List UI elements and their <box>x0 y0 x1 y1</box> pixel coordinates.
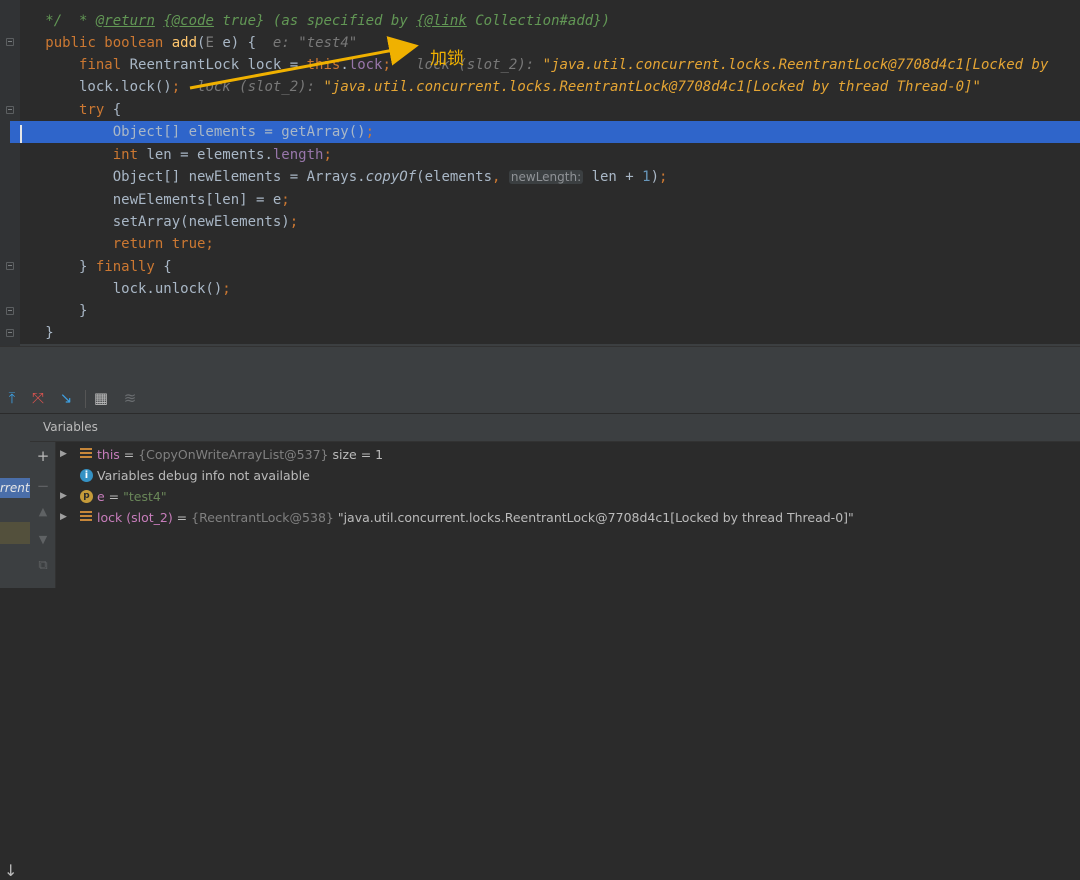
inline-debug-hint: e: "test4" <box>272 35 358 51</box>
code-line[interactable]: } <box>20 300 1080 322</box>
variable-info-row: i Variables debug info not available <box>56 465 1080 486</box>
code-line[interactable]: } finally { <box>20 256 1080 278</box>
move-up-icon[interactable]: ▲ <box>35 504 51 520</box>
fold-marker-icon[interactable] <box>6 262 14 270</box>
fold-marker-icon[interactable] <box>6 307 14 315</box>
evaluate-expression-icon[interactable]: ▦ <box>91 388 111 408</box>
code-line[interactable]: lock.unlock(); <box>20 278 1080 300</box>
code-line[interactable]: setArray(newElements); <box>20 211 1080 233</box>
copy-icon[interactable]: ⧉ <box>35 558 51 574</box>
fold-marker-icon[interactable] <box>6 38 14 46</box>
execution-point-line[interactable]: Object[] elements = getArray(); <box>10 121 1080 143</box>
add-watch-icon[interactable]: + <box>35 448 51 464</box>
expand-arrow-icon[interactable]: ▶ <box>60 507 70 528</box>
show-execution-point-icon[interactable]: ⤒ <box>2 388 22 408</box>
field-icon <box>80 448 92 460</box>
variable-value: "java.util.concurrent.locks.ReentrantLoc… <box>337 510 854 525</box>
code-line[interactable]: */ <box>20 10 1080 32</box>
variable-eq: = <box>119 447 139 462</box>
variable-row-lock[interactable]: ▶ lock (slot_2) = {ReentrantLock@538} "j… <box>56 507 1080 528</box>
code-line[interactable]: final ReentrantLock lock = this.lock; lo… <box>20 54 1080 76</box>
inline-debug-hint-label: lock (slot_2): <box>197 79 316 95</box>
trace-icon[interactable]: ≋ <box>120 388 140 408</box>
variable-eq: = <box>104 489 124 504</box>
debugger-toolbar: ⤒ ⤧ ↘ ▦ ≋ <box>0 382 1080 414</box>
arrow-down-icon[interactable]: ↓ <box>4 861 17 880</box>
parameter-hint: newLength: <box>508 170 584 184</box>
variables-toolbar: + − ▲ ▼ ⧉ <box>30 442 56 588</box>
move-down-icon[interactable]: ▼ <box>35 532 51 548</box>
variable-row-e[interactable]: ▶ p e = "test4" <box>56 486 1080 507</box>
variable-name: this <box>97 447 120 462</box>
expand-arrow-icon[interactable]: ▶ <box>60 486 70 507</box>
variable-row-this[interactable]: ▶ this = {CopyOnWriteArrayList@537} size… <box>56 444 1080 465</box>
variable-type: {ReentrantLock@538} <box>191 510 334 525</box>
variable-value: size = 1 <box>332 447 384 462</box>
code-line[interactable]: return true; <box>20 233 1080 255</box>
annotation-label: 加锁 <box>430 49 464 69</box>
frame-item[interactable] <box>0 522 30 544</box>
variables-header: Variables <box>30 414 1080 442</box>
drop-frame-icon[interactable]: ⤧ <box>28 388 48 408</box>
code-line[interactable]: public boolean add(E e) { e: "test4" <box>20 32 1080 54</box>
variable-value: "test4" <box>123 489 167 504</box>
variable-type: {CopyOnWriteArrayList@537} <box>138 447 329 462</box>
code-line[interactable]: } <box>20 322 1080 344</box>
variable-name: lock (slot_2) <box>97 510 173 525</box>
code-line[interactable]: newElements[len] = e; <box>20 189 1080 211</box>
code-line[interactable]: lock.lock(); lock (slot_2): "java.util.c… <box>20 76 1080 98</box>
variable-eq: = <box>172 510 192 525</box>
parameter-icon: p <box>80 490 93 503</box>
variables-title: Variables <box>43 420 98 434</box>
code-line[interactable]: * @return {@code true} (as specified by … <box>20 0 1080 29</box>
inline-debug-hint-value: "java.util.concurrent.locks.ReentrantLoc… <box>542 57 1049 73</box>
fold-marker-icon[interactable] <box>6 106 14 114</box>
toolbar-divider <box>85 390 86 408</box>
code-line[interactable]: try { <box>20 99 1080 121</box>
code-line[interactable]: int len = elements.length; <box>20 144 1080 166</box>
inline-debug-hint-value: "java.util.concurrent.locks.ReentrantLoc… <box>323 79 981 95</box>
fold-marker-icon[interactable] <box>6 329 14 337</box>
field-icon <box>80 511 92 523</box>
run-to-cursor-icon[interactable]: ↘ <box>56 388 76 408</box>
variables-tree: ▶ this = {CopyOnWriteArrayList@537} size… <box>56 442 1080 588</box>
info-text: Variables debug info not available <box>97 468 310 483</box>
text-caret <box>20 125 22 143</box>
editor-gutter <box>0 0 20 346</box>
code-editor[interactable]: * @return {@code true} (as specified by … <box>0 0 1080 346</box>
expand-arrow-icon[interactable]: ▶ <box>60 444 70 465</box>
selected-frame[interactable]: rrent <box>0 478 30 498</box>
remove-watch-icon[interactable]: − <box>35 478 51 494</box>
frames-panel: ↓ <box>0 414 30 880</box>
code-line[interactable]: Object[] newElements = Arrays.copyOf(ele… <box>20 166 1080 188</box>
info-icon: i <box>80 469 93 482</box>
variable-name: e <box>97 489 105 504</box>
panel-separator[interactable] <box>0 346 1080 382</box>
